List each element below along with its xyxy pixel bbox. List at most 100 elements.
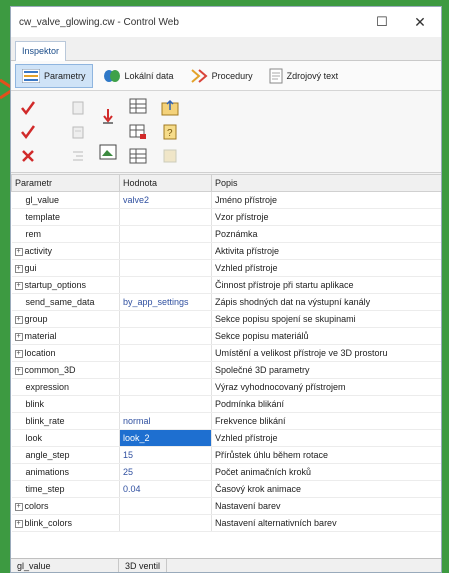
value-cell[interactable] [119, 497, 212, 515]
value-cell[interactable] [119, 276, 212, 294]
expand-icon[interactable]: + [14, 502, 23, 511]
expand-icon[interactable]: + [14, 315, 23, 324]
value-cell[interactable] [119, 514, 212, 532]
parameter-cell[interactable]: blink_rate [11, 412, 120, 430]
disabled-tool-icon[interactable] [159, 145, 181, 167]
value-cell[interactable] [119, 361, 212, 379]
table-row[interactable]: time_step 0.04 Časový krok animace [11, 480, 441, 498]
subtab-local-data[interactable]: Lokální data [97, 64, 180, 88]
table-row[interactable]: animations 25 Počet animačních kroků [11, 463, 441, 481]
parameter-name: location [24, 348, 56, 358]
value-cell[interactable] [119, 395, 212, 413]
value-cell[interactable]: 15 [119, 446, 212, 464]
indent-icon[interactable] [67, 145, 89, 167]
column-header-parameter[interactable]: Parametr [11, 174, 120, 192]
paste-icon[interactable] [67, 121, 89, 143]
table-row[interactable]: + startup_options Činnost přístroje při st… [11, 276, 441, 294]
expand-icon[interactable]: + [14, 366, 23, 375]
expand-icon[interactable]: + [14, 349, 23, 358]
table-row[interactable]: angle_step 15 Přírůstek úhlu během rotace [11, 446, 441, 464]
picture-icon[interactable] [97, 141, 119, 163]
parameter-cell[interactable]: look [11, 429, 120, 447]
parameter-cell[interactable]: + blink_colors [11, 514, 120, 532]
table-row[interactable]: blink_rate normal Frekvence blikání [11, 412, 441, 430]
description-cell: Sekce popisu spojení se skupinami [211, 310, 441, 328]
parameter-cell[interactable]: time_step [11, 480, 120, 498]
table-row[interactable]: + blink_colors Nastavení alternativních ba… [11, 514, 441, 532]
value-cell[interactable] [119, 378, 212, 396]
parameter-cell[interactable]: + common_3D [11, 361, 120, 379]
parameter-cell[interactable]: angle_step [11, 446, 120, 464]
table-row[interactable]: + colors Nastavení barev [11, 497, 441, 515]
value-cell[interactable] [119, 208, 212, 226]
parameter-cell[interactable]: + colors [11, 497, 120, 515]
tab-inspector[interactable]: Inspektor [15, 41, 67, 61]
expand-icon[interactable]: + [14, 519, 23, 528]
description-cell: Aktivita přístroje [211, 242, 441, 260]
copy-icon[interactable] [67, 97, 89, 119]
table-row[interactable]: + common_3D Společné 3D parametry [11, 361, 441, 379]
parameter-cell[interactable]: send_same_data [11, 293, 120, 311]
table-row[interactable]: template Vzor přístroje [11, 208, 441, 226]
parameter-name: expression [25, 382, 70, 392]
sort-icon[interactable] [97, 105, 119, 127]
subtab-procedures[interactable]: Procedury [184, 64, 259, 88]
value-cell[interactable] [119, 225, 212, 243]
value-cell[interactable]: 0.04 [119, 480, 212, 498]
parameter-cell[interactable]: + startup_options [11, 276, 120, 294]
value-cell[interactable]: normal [119, 412, 212, 430]
description-cell: Zápis shodných dat na výstupní kanály [211, 293, 441, 311]
parameter-name: send_same_data [25, 297, 95, 307]
parameter-cell[interactable]: rem [11, 225, 120, 243]
parameter-cell[interactable]: blink [11, 395, 120, 413]
value-cell[interactable] [119, 310, 212, 328]
parameter-cell[interactable]: + activity [11, 242, 120, 260]
value-cell[interactable] [119, 327, 212, 345]
expand-icon[interactable]: + [14, 281, 23, 290]
parameter-cell[interactable]: gl_value [11, 191, 120, 209]
parameter-cell[interactable]: + material [11, 327, 120, 345]
table-row[interactable]: + location Umístění a velikost přístroje v… [11, 344, 441, 362]
value-cell[interactable]: look_2 [119, 429, 212, 447]
grid-add-icon[interactable] [127, 121, 149, 143]
table-row[interactable]: blink Podmínka blikání [11, 395, 441, 413]
maximize-button[interactable]: ☐ [363, 7, 401, 37]
parameter-cell[interactable]: animations [11, 463, 120, 481]
grid-edit-icon[interactable] [127, 145, 149, 167]
subtab-source-text[interactable]: Zdrojový text [263, 64, 345, 88]
parameter-cell[interactable]: + location [11, 344, 120, 362]
value-cell[interactable] [119, 259, 212, 277]
table-row[interactable]: gl_value valve2 Jméno přístroje [11, 191, 441, 209]
close-button[interactable]: ✕ [401, 7, 439, 37]
parameter-cell[interactable]: template [11, 208, 120, 226]
table-row[interactable]: look look_2 Vzhled přístroje [11, 429, 441, 447]
expand-icon[interactable]: + [14, 332, 23, 341]
table-row[interactable]: + material Sekce popisu materiálů [11, 327, 441, 345]
parameter-cell[interactable]: + group [11, 310, 120, 328]
export-icon[interactable] [159, 97, 181, 119]
table-row[interactable]: send_same_data by_app_settings Zápis shodn… [11, 293, 441, 311]
help-icon[interactable]: ? [159, 121, 181, 143]
column-header-value[interactable]: Hodnota [119, 174, 212, 192]
value-cell[interactable] [119, 344, 212, 362]
table-row[interactable]: + group Sekce popisu spojení se skupinami [11, 310, 441, 328]
grid-icon[interactable] [127, 95, 149, 117]
expand-icon[interactable]: + [14, 247, 23, 256]
parameter-cell[interactable]: + gui [11, 259, 120, 277]
table-row[interactable]: + gui Vzhled přístroje [11, 259, 441, 277]
check-all-icon[interactable] [17, 121, 39, 143]
expand-icon[interactable]: + [14, 264, 23, 273]
subtab-parameters[interactable]: Parametry [15, 63, 93, 88]
check-icon[interactable] [17, 97, 39, 119]
app-window: cw_valve_glowing.cw - Control Web ☐ ✕ In… [10, 6, 442, 573]
value-cell[interactable]: valve2 [119, 191, 212, 209]
table-row[interactable]: rem Poznámka [11, 225, 441, 243]
value-cell[interactable]: by_app_settings [119, 293, 212, 311]
value-cell[interactable] [119, 242, 212, 260]
table-row[interactable]: expression Výraz vyhodnocovaný přístrojem [11, 378, 441, 396]
column-header-description[interactable]: Popis [211, 174, 441, 192]
parameter-cell[interactable]: expression [11, 378, 120, 396]
value-cell[interactable]: 25 [119, 463, 212, 481]
uncheck-icon[interactable] [17, 145, 39, 167]
table-row[interactable]: + activity Aktivita přístroje [11, 242, 441, 260]
